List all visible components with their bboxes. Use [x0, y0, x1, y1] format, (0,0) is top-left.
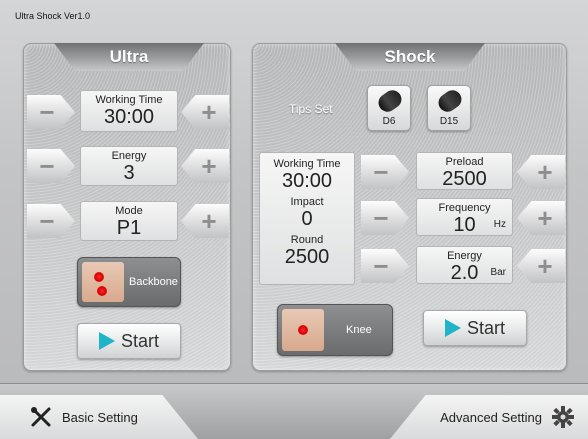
minus-icon: −	[39, 97, 55, 127]
ultra-mode-plus-button[interactable]: +	[181, 204, 229, 238]
minus-icon: −	[39, 151, 55, 181]
shock-knee-label: Knee	[346, 324, 372, 336]
shock-energy-minus-button[interactable]: −	[361, 249, 409, 283]
preload-label: Preload	[445, 156, 484, 168]
minus-icon: −	[373, 251, 389, 281]
shock-round-value: 2500	[284, 246, 330, 268]
ultra-mode-minus-button[interactable]: −	[27, 204, 75, 238]
frequency-label: Frequency	[438, 202, 491, 214]
target-point-icon	[94, 272, 104, 282]
ultra-backbone-button[interactable]: Backbone	[77, 257, 181, 307]
frequency-unit: Hz	[493, 219, 506, 230]
shock-energy-plus-button[interactable]: +	[517, 249, 565, 283]
plus-icon: +	[201, 206, 217, 236]
preload-value: 2500	[442, 168, 487, 190]
shock-knee-button[interactable]: Knee	[277, 304, 393, 356]
plus-icon: +	[537, 157, 553, 187]
ultra-mode-display: Mode P1	[80, 201, 178, 241]
ultra-panel: Ultra − Working Time 30:00 + − Energy 3 …	[23, 43, 231, 371]
ultra-working-time-display: Working Time 30:00	[80, 90, 178, 132]
ultra-energy-plus-button[interactable]: +	[181, 149, 229, 183]
preload-minus-button[interactable]: −	[361, 155, 409, 189]
plus-icon: +	[537, 251, 553, 281]
ultra-start-label: Start	[120, 330, 159, 351]
gear-icon	[552, 406, 574, 428]
tips-set-label: Tips Set	[289, 102, 333, 116]
minus-icon: −	[373, 157, 389, 187]
plus-icon: +	[201, 97, 217, 127]
shock-status-display: Working Time 30:00 Impact 0 Round 2500	[259, 152, 355, 285]
ultra-energy-display: Energy 3	[80, 146, 178, 186]
target-point-icon	[298, 325, 308, 335]
ultra-mode-label: Mode	[115, 205, 143, 217]
tools-icon	[31, 407, 51, 427]
shock-working-time-value: 30:00	[281, 170, 333, 192]
play-icon	[444, 319, 461, 337]
basic-setting-label: Basic Setting	[62, 409, 138, 425]
preload-plus-button[interactable]: +	[517, 155, 565, 189]
tip-d15-label: D15	[439, 116, 459, 127]
shock-impact-value: 0	[301, 208, 313, 230]
shock-round-label: Round	[290, 234, 324, 246]
play-icon	[98, 332, 115, 350]
ultra-energy-minus-button[interactable]: −	[27, 149, 75, 183]
knee-image	[282, 309, 324, 351]
shock-panel-title: Shock	[335, 43, 485, 71]
ultra-energy-label: Energy	[111, 150, 147, 162]
shock-energy-label: Energy	[447, 250, 482, 262]
backbone-image	[82, 262, 124, 302]
app-title: Ultra Shock Ver1.0	[15, 11, 91, 21]
ultra-backbone-label: Backbone	[129, 276, 178, 288]
frequency-plus-button[interactable]: +	[517, 201, 565, 235]
shock-panel: Shock Tips Set D6 D15 Working Time 30:00…	[252, 43, 567, 371]
minus-icon: −	[39, 206, 55, 236]
minus-icon: −	[373, 203, 389, 233]
target-point-icon	[97, 286, 107, 296]
ultra-working-time-plus-button[interactable]: +	[181, 95, 229, 129]
shock-working-time-label: Working Time	[273, 158, 341, 170]
ultra-mode-value: P1	[116, 217, 142, 239]
shock-energy-display: Energy 2.0 Bar	[416, 246, 513, 284]
ultra-working-time-minus-button[interactable]: −	[27, 95, 75, 129]
tip-d6-label: D6	[382, 116, 396, 127]
ultra-working-time-label: Working Time	[95, 94, 163, 106]
plus-icon: +	[537, 203, 553, 233]
preload-display: Preload 2500	[416, 152, 513, 190]
shock-impact-label: Impact	[290, 196, 324, 208]
frequency-minus-button[interactable]: −	[361, 201, 409, 235]
tip-head-icon	[375, 86, 405, 116]
ultra-start-button[interactable]: Start	[77, 323, 181, 359]
plus-icon: +	[201, 151, 217, 181]
shock-start-label: Start	[466, 317, 505, 338]
ultra-working-time-value: 30:00	[103, 106, 155, 128]
ultra-energy-value: 3	[123, 162, 135, 184]
ultra-panel-title: Ultra	[54, 43, 204, 71]
frequency-display: Frequency 10 Hz	[416, 198, 513, 236]
tip-d15-button[interactable]: D15	[427, 85, 471, 131]
tip-head-icon	[435, 86, 465, 116]
shock-energy-unit: Bar	[490, 267, 506, 278]
advanced-setting-label: Advanced Setting	[440, 409, 542, 425]
tip-d6-button[interactable]: D6	[367, 85, 411, 131]
shock-start-button[interactable]: Start	[423, 310, 527, 346]
